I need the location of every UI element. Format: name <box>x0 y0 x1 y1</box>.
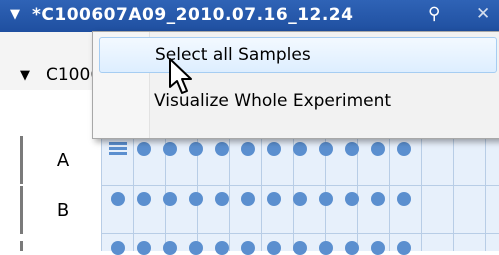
sample-well[interactable] <box>293 241 307 255</box>
sample-well[interactable] <box>137 142 151 156</box>
sample-well[interactable] <box>111 241 125 255</box>
sample-well[interactable] <box>345 192 359 206</box>
row-header-stub <box>20 241 23 251</box>
sample-well[interactable] <box>293 192 307 206</box>
sample-well[interactable] <box>137 192 151 206</box>
collapse-triangle-icon[interactable]: ▼ <box>10 7 20 22</box>
sample-well[interactable] <box>163 241 177 255</box>
collapse-triangle-icon[interactable]: ▼ <box>20 68 30 83</box>
window-titlebar[interactable]: ▼ *C100607A09_2010.07.16_12.24 ⚲ ✕ <box>0 0 499 32</box>
sample-well[interactable] <box>215 241 229 255</box>
sample-well[interactable] <box>345 142 359 156</box>
sample-well[interactable] <box>137 241 151 255</box>
sample-well[interactable] <box>241 192 255 206</box>
row-menu-icon[interactable] <box>109 142 127 156</box>
context-menu: Select all Samples Visualize Whole Exper… <box>92 31 499 139</box>
sample-well[interactable] <box>319 142 333 156</box>
menu-item-select-all-samples[interactable]: Select all Samples <box>99 37 497 73</box>
sample-well[interactable] <box>397 192 411 206</box>
row-header-a[interactable]: A <box>20 136 104 184</box>
sample-well[interactable] <box>267 142 281 156</box>
sample-well[interactable] <box>215 142 229 156</box>
sample-well[interactable] <box>189 192 203 206</box>
sample-well[interactable] <box>319 241 333 255</box>
sample-well[interactable] <box>319 192 333 206</box>
sample-well[interactable] <box>267 192 281 206</box>
sample-well[interactable] <box>371 192 385 206</box>
sample-well[interactable] <box>215 192 229 206</box>
sample-well[interactable] <box>397 142 411 156</box>
pin-icon[interactable]: ⚲ <box>428 4 440 24</box>
menu-item-visualize-whole-experiment[interactable]: Visualize Whole Experiment <box>99 84 495 118</box>
sample-well[interactable] <box>111 192 125 206</box>
sample-well[interactable] <box>189 241 203 255</box>
sample-well[interactable] <box>241 142 255 156</box>
sample-well[interactable] <box>163 192 177 206</box>
sample-well[interactable] <box>267 241 281 255</box>
sample-well[interactable] <box>397 241 411 255</box>
sample-well[interactable] <box>293 142 307 156</box>
sample-well[interactable] <box>189 142 203 156</box>
sample-well[interactable] <box>163 142 177 156</box>
sample-well[interactable] <box>371 241 385 255</box>
sample-well[interactable] <box>241 241 255 255</box>
sample-well[interactable] <box>345 241 359 255</box>
window-title: *C100607A09_2010.07.16_12.24 <box>32 5 354 25</box>
sample-well[interactable] <box>371 142 385 156</box>
mouse-cursor-icon <box>169 58 192 94</box>
close-icon[interactable]: ✕ <box>476 4 490 24</box>
row-header-b[interactable]: B <box>20 186 104 234</box>
